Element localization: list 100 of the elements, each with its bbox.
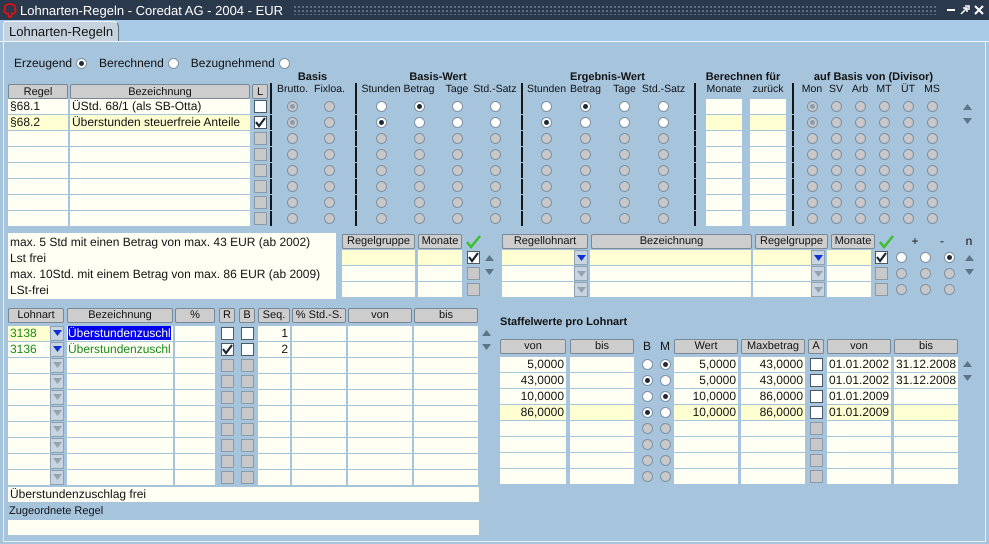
table-cell[interactable] bbox=[348, 374, 412, 388]
table-cell[interactable] bbox=[70, 211, 250, 226]
input-cell[interactable] bbox=[750, 115, 786, 130]
table-cell[interactable] bbox=[258, 438, 290, 452]
column-header[interactable]: von bbox=[500, 338, 566, 354]
radio-button[interactable] bbox=[414, 101, 424, 112]
checkbox[interactable] bbox=[220, 454, 234, 468]
radio-button[interactable] bbox=[541, 213, 552, 224]
table-cell[interactable] bbox=[67, 406, 173, 420]
radio-button[interactable] bbox=[896, 252, 906, 263]
table-cell[interactable] bbox=[292, 422, 346, 436]
table-cell[interactable]: 86,0000 bbox=[741, 404, 805, 420]
radio-button[interactable] bbox=[658, 117, 669, 128]
table-cell[interactable] bbox=[674, 436, 738, 452]
close-button[interactable] bbox=[972, 3, 985, 17]
column-header[interactable]: bis bbox=[414, 308, 478, 322]
input-cell[interactable] bbox=[342, 250, 415, 265]
table-cell[interactable] bbox=[894, 452, 958, 468]
table-cell[interactable]: 1 bbox=[258, 326, 290, 340]
input-cell[interactable] bbox=[706, 147, 742, 162]
input-cell[interactable] bbox=[706, 99, 742, 114]
radio-button[interactable] bbox=[287, 181, 298, 192]
table-cell[interactable]: 2 bbox=[258, 342, 290, 356]
table-cell[interactable]: 10,0000 bbox=[674, 388, 738, 404]
table-cell[interactable] bbox=[8, 163, 68, 178]
table-cell[interactable] bbox=[414, 454, 478, 468]
table-cell[interactable]: 5,0000 bbox=[674, 356, 738, 372]
input-cell[interactable] bbox=[827, 266, 871, 281]
radio-button[interactable] bbox=[324, 197, 335, 208]
column-header[interactable]: Regelgruppe bbox=[342, 234, 415, 248]
radio-button[interactable] bbox=[619, 197, 630, 208]
radio-button[interactable] bbox=[414, 213, 424, 224]
radio-button[interactable] bbox=[619, 213, 630, 224]
radio-button[interactable] bbox=[541, 133, 552, 144]
radio-button[interactable] bbox=[414, 165, 424, 176]
input-cell[interactable] bbox=[706, 131, 742, 146]
radio-button[interactable] bbox=[580, 165, 591, 176]
checkbox[interactable] bbox=[240, 422, 254, 436]
radio-button[interactable] bbox=[414, 149, 424, 160]
table-cell[interactable] bbox=[67, 470, 173, 484]
table-cell[interactable] bbox=[258, 390, 290, 404]
table-cell[interactable] bbox=[827, 468, 891, 484]
radio-button[interactable] bbox=[806, 197, 818, 208]
input-cell[interactable] bbox=[753, 250, 811, 265]
checkbox[interactable] bbox=[240, 406, 254, 420]
dropdown-button[interactable] bbox=[50, 342, 64, 356]
checkbox[interactable] bbox=[220, 438, 234, 452]
radio-button[interactable] bbox=[168, 58, 179, 68]
radio-button[interactable] bbox=[806, 181, 818, 192]
checkbox[interactable] bbox=[240, 390, 254, 404]
radio-button[interactable] bbox=[580, 181, 591, 192]
input-cell[interactable] bbox=[750, 211, 786, 226]
table-cell[interactable] bbox=[258, 470, 290, 484]
radio-button[interactable] bbox=[619, 117, 630, 128]
dropdown-button[interactable] bbox=[574, 250, 588, 265]
checkbox[interactable] bbox=[240, 374, 254, 388]
table-cell[interactable]: 5,0000 bbox=[674, 372, 738, 388]
input-cell[interactable] bbox=[706, 179, 742, 194]
table-cell[interactable] bbox=[674, 452, 738, 468]
radio-button[interactable] bbox=[580, 133, 591, 144]
column-header[interactable]: Seq. bbox=[258, 308, 290, 322]
radio-button[interactable] bbox=[660, 406, 670, 418]
table-cell[interactable] bbox=[414, 470, 478, 484]
column-header[interactable]: Bezeichnung bbox=[70, 84, 250, 99]
radio-button[interactable] bbox=[806, 133, 818, 144]
table-cell[interactable] bbox=[292, 454, 346, 468]
radio-button[interactable] bbox=[287, 133, 298, 144]
input-cell[interactable] bbox=[590, 282, 751, 297]
checkbox[interactable] bbox=[254, 196, 266, 209]
table-cell[interactable]: 01.01.2009 bbox=[827, 404, 891, 420]
table-cell[interactable] bbox=[175, 438, 215, 452]
column-header[interactable]: bis bbox=[570, 338, 634, 354]
table-cell[interactable] bbox=[292, 470, 346, 484]
checkbox[interactable] bbox=[240, 326, 254, 340]
column-header[interactable]: Regel bbox=[8, 84, 68, 99]
table-cell[interactable]: 01.01.2009 bbox=[827, 388, 891, 404]
checkbox[interactable] bbox=[240, 470, 254, 484]
table-cell[interactable] bbox=[570, 404, 634, 420]
radio-button[interactable] bbox=[414, 117, 424, 128]
radio-button[interactable] bbox=[660, 374, 670, 386]
table-cell[interactable] bbox=[8, 179, 68, 194]
input-cell[interactable] bbox=[590, 250, 751, 265]
column-header[interactable]: von bbox=[348, 308, 412, 322]
table-cell[interactable]: 01.01.2002 bbox=[827, 356, 891, 372]
column-header[interactable]: Lohnart bbox=[8, 308, 64, 322]
input-cell[interactable] bbox=[827, 250, 871, 265]
table-cell[interactable] bbox=[292, 374, 346, 388]
radio-button[interactable] bbox=[658, 181, 669, 192]
input-cell[interactable] bbox=[827, 282, 871, 297]
checkbox[interactable] bbox=[254, 132, 266, 145]
radio-button[interactable] bbox=[902, 149, 914, 160]
radio-button[interactable] bbox=[490, 165, 500, 176]
radio-button[interactable] bbox=[376, 197, 386, 208]
radio-button[interactable] bbox=[619, 165, 630, 176]
radio-button[interactable] bbox=[896, 268, 906, 279]
radio-button[interactable] bbox=[854, 133, 866, 144]
table-cell[interactable]: 01.01.2002 bbox=[827, 372, 891, 388]
radio-button[interactable] bbox=[660, 390, 670, 402]
table-cell[interactable] bbox=[500, 452, 566, 468]
checkbox[interactable] bbox=[220, 406, 234, 420]
